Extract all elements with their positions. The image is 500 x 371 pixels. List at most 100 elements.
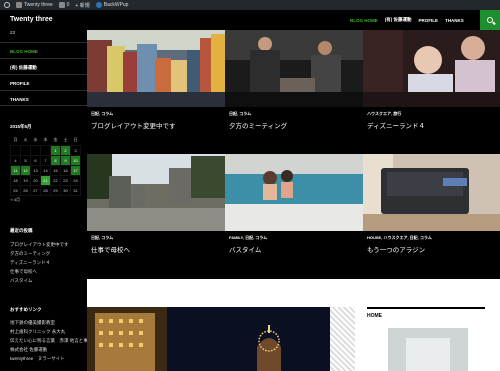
recent-post-link[interactable]: 夕方のミーティング bbox=[10, 249, 69, 258]
calendar-title: 2015年5月 bbox=[10, 124, 32, 129]
calendar-day: 15 bbox=[50, 164, 61, 176]
post-category[interactable]: 日記, コラム bbox=[225, 107, 363, 119]
nav-profile[interactable]: PROFILE bbox=[419, 18, 439, 23]
calendar-weekday: 土 bbox=[63, 137, 68, 143]
comment-icon bbox=[58, 2, 65, 8]
calendar-day: 3 bbox=[70, 144, 81, 156]
calendar-day[interactable]: 21 bbox=[40, 174, 51, 186]
calendar-day: 27 bbox=[30, 184, 41, 196]
calendar-prev-link[interactable]: « 4月 bbox=[11, 195, 41, 205]
recommended-link[interactable]: twentythree ヌラーサイト bbox=[10, 354, 97, 363]
post-tile[interactable]: 日記, コラム 夕方のミーティング bbox=[225, 30, 363, 154]
nav-thanks[interactable]: THANKS bbox=[445, 18, 464, 23]
calendar-day[interactable]: 11 bbox=[10, 164, 21, 176]
links-title: おすすめリンク bbox=[10, 307, 42, 312]
nav-blog-home[interactable]: BLOG HOME bbox=[350, 18, 378, 23]
calendar-day: 4 bbox=[10, 154, 21, 166]
calendar-day[interactable]: 1 bbox=[50, 144, 61, 156]
calendar-day: 24 bbox=[70, 174, 81, 186]
post-thumbnail[interactable] bbox=[363, 154, 500, 231]
calendar-day: 5 bbox=[20, 154, 31, 166]
calendar-day bbox=[10, 144, 21, 156]
recent-posts-list: ブログレイアウト変更中です 夕方のミーティング ディズニーランド４ 仕事で母校へ バスタ… bbox=[0, 240, 69, 285]
search-icon bbox=[487, 17, 493, 23]
calendar-day: 25 bbox=[10, 184, 21, 196]
post-title[interactable]: ブログレイアウト変更中です bbox=[87, 119, 225, 130]
site-title[interactable]: Twenty three bbox=[0, 10, 87, 30]
calendar-day: 29 bbox=[50, 184, 61, 196]
home-widget-image[interactable] bbox=[388, 328, 468, 371]
calendar-weekday: 日 bbox=[73, 137, 78, 143]
nav-sato[interactable]: (有) 佐藤運動 bbox=[385, 17, 412, 23]
admin-bar: Twenty three 0 + 新規 BackWPup bbox=[0, 0, 500, 10]
admin-backwpup[interactable]: BackWPup bbox=[95, 2, 128, 8]
search-button[interactable] bbox=[480, 10, 500, 30]
admin-new[interactable]: + 新規 bbox=[75, 2, 89, 9]
calendar-day: 28 bbox=[40, 184, 51, 196]
calendar-day: 6 bbox=[30, 154, 41, 166]
recommended-link[interactable]: 伝えたい心に残る言葉 赤澤 他言と事業所 bbox=[10, 336, 97, 345]
post-category[interactable]: ハウスクエア, 旅行 bbox=[363, 107, 500, 119]
calendar-day bbox=[30, 144, 41, 156]
calendar: 月火水木金土日 1 2 3 4 5 6 7 8 9 10 11 12 13 14 15 16 17 18 19 20 2… bbox=[10, 136, 81, 205]
post-tile[interactable]: 日記, コラム ブログレイアウト変更中です bbox=[87, 30, 225, 154]
post-tile[interactable]: ハウスクエア, 旅行 ディズニーランド４ bbox=[363, 30, 500, 154]
post-tile[interactable]: 日記, コラム 仕事で母校へ bbox=[87, 154, 225, 278]
calendar-day: 31 bbox=[70, 184, 81, 196]
calendar-day[interactable]: 12 bbox=[20, 164, 31, 176]
top-nav: BLOG HOME (有) 佐藤運動 PROFILE THANKS bbox=[350, 10, 464, 30]
sidebar-item-sato[interactable]: (有) 佐藤運動 bbox=[0, 58, 87, 74]
calendar-day: 30 bbox=[60, 184, 71, 196]
featured-post-image[interactable] bbox=[87, 307, 355, 371]
post-category[interactable]: FAMILY, 日記, コラム bbox=[225, 231, 363, 243]
wordpress-logo-icon[interactable] bbox=[4, 2, 10, 8]
recent-post-link[interactable]: バスタイム bbox=[10, 276, 69, 285]
admin-comments[interactable]: 0 bbox=[58, 2, 69, 8]
post-title[interactable]: ディズニーランド４ bbox=[363, 119, 500, 130]
recommended-link[interactable]: 村上歯科クリニック 永大丸 bbox=[10, 327, 97, 336]
calendar-day[interactable]: 2 bbox=[60, 144, 71, 156]
recommended-link[interactable]: 地下鉄の優美撮影教室 bbox=[10, 318, 97, 327]
calendar-day[interactable]: 8 bbox=[50, 154, 61, 166]
decorative-pattern bbox=[330, 307, 355, 371]
home-widget-rule bbox=[367, 307, 485, 309]
calendar-day[interactable]: 10 bbox=[70, 154, 81, 166]
site-tagline: 23 bbox=[10, 30, 16, 35]
sidebar-item-profile[interactable]: PROFILE bbox=[0, 74, 87, 90]
calendar-day bbox=[40, 144, 51, 156]
post-thumbnail[interactable] bbox=[225, 30, 363, 107]
post-category[interactable]: HOUSE, ハウスクエア, 日記, コラム bbox=[363, 231, 500, 243]
sidebar-item-thanks[interactable]: THANKS bbox=[0, 90, 87, 106]
backwpup-icon bbox=[95, 2, 102, 8]
calendar-day: 16 bbox=[60, 164, 71, 176]
recent-post-link[interactable]: ディズニーランド４ bbox=[10, 258, 69, 267]
sidebar-item-blog-home[interactable]: BLOG HOME bbox=[0, 42, 87, 58]
post-thumbnail[interactable] bbox=[87, 154, 225, 231]
post-title[interactable]: 仕事で母校へ bbox=[87, 243, 225, 254]
calendar-weekday: 月 bbox=[13, 137, 18, 143]
calendar-day bbox=[20, 144, 31, 156]
home-icon bbox=[16, 2, 22, 8]
post-thumbnail[interactable] bbox=[225, 154, 363, 231]
post-thumbnail[interactable] bbox=[87, 30, 225, 107]
post-title[interactable]: バスタイム bbox=[225, 243, 363, 254]
calendar-day[interactable]: 9 bbox=[60, 154, 71, 166]
admin-site-link[interactable]: Twenty three bbox=[16, 2, 53, 8]
links-list: 地下鉄の優美撮影教室 村上歯科クリニック 永大丸 伝えたい心に残る言葉 赤澤 他言と… bbox=[0, 318, 97, 363]
recent-post-link[interactable]: ブログレイアウト変更中です bbox=[10, 240, 69, 249]
home-widget-title: HOME bbox=[367, 313, 382, 319]
post-category[interactable]: 日記, コラム bbox=[87, 107, 225, 119]
calendar-day: 23 bbox=[60, 174, 71, 186]
post-title[interactable]: 夕方のミーティング bbox=[225, 119, 363, 130]
calendar-weekday: 木 bbox=[43, 137, 48, 143]
calendar-day: 7 bbox=[40, 154, 51, 166]
post-tile[interactable]: HOUSE, ハウスクエア, 日記, コラム もう一つのアラジン bbox=[363, 154, 500, 278]
recent-post-link[interactable]: 仕事で母校へ bbox=[10, 267, 69, 276]
calendar-day[interactable]: 17 bbox=[70, 164, 81, 176]
calendar-day: 13 bbox=[30, 164, 41, 176]
post-title[interactable]: もう一つのアラジン bbox=[363, 243, 500, 254]
recommended-link[interactable]: 株式会社 佐藤運動 bbox=[10, 345, 97, 354]
post-category[interactable]: 日記, コラム bbox=[87, 231, 225, 243]
post-thumbnail[interactable] bbox=[363, 30, 500, 107]
post-tile[interactable]: FAMILY, 日記, コラム バスタイム bbox=[225, 154, 363, 278]
